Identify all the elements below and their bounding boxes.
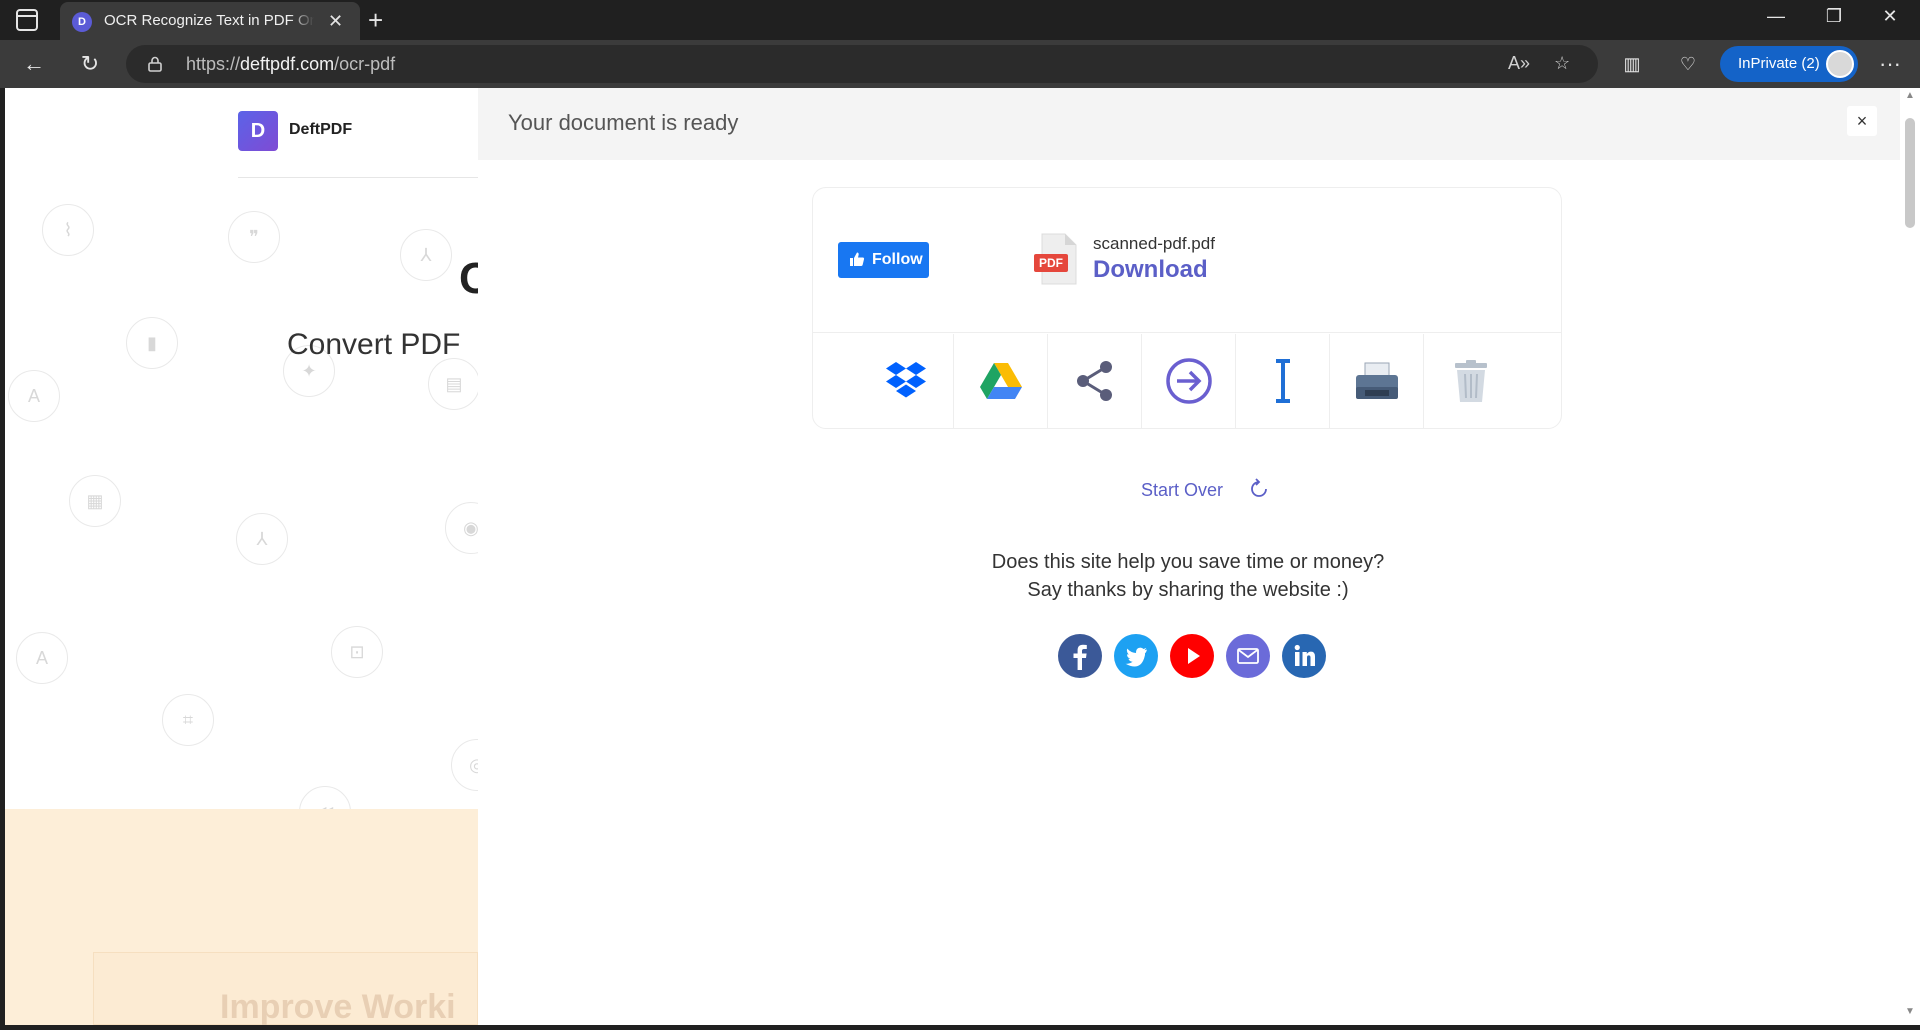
page-heading-letter: C <box>459 254 478 303</box>
inprivate-profile-button[interactable]: InPrivate (2) <box>1720 46 1858 82</box>
tab-close-icon[interactable]: ✕ <box>328 10 343 32</box>
save-to-google-drive-button[interactable] <box>953 334 1047 428</box>
address-bar[interactable]: https://deftpdf.com/ocr-pdf A» ☆ <box>126 45 1598 83</box>
background-page: D DeftPDF ⌇ ❞ ⅄ ▮ ✦ ▤ A ▦ ⅄ ◉ A ⊡ ⌗ ◎ ≪ … <box>5 88 478 1025</box>
comment-icon: ▤ <box>428 358 478 410</box>
panel-header: Your document is ready × <box>478 88 1900 160</box>
facebook-share-button[interactable] <box>1058 634 1102 678</box>
back-icon[interactable]: ← <box>20 50 48 78</box>
tab-favicon: D <box>72 12 92 32</box>
download-card: Follow PDF scanned-pdf.pdf Download <box>812 187 1562 429</box>
follow-button[interactable]: Follow <box>838 242 929 278</box>
signature-icon: ⌇ <box>42 204 94 256</box>
watermark-icon: ◎ <box>451 739 478 791</box>
page-scrollbar[interactable]: ▲ ▼ <box>1900 88 1920 1025</box>
share-prompt-line2: Say thanks by sharing the website :) <box>1027 579 1349 601</box>
palette-icon: ◉ <box>445 502 478 554</box>
promo-heading: Improve Worki <box>220 988 456 1025</box>
browser-titlebar: D OCR Recognize Text in PDF Online ✕ + —… <box>0 0 1920 40</box>
youtube-icon <box>1170 634 1214 678</box>
page-viewport: D DeftPDF ⌇ ❞ ⅄ ▮ ✦ ▤ A ▦ ⅄ ◉ A ⊡ ⌗ ◎ ≪ … <box>5 88 1900 1025</box>
lock-icon[interactable] <box>148 56 162 72</box>
crop-area-icon: ⊡ <box>331 626 383 678</box>
pdf-badge-text: PDF <box>1039 256 1063 270</box>
delete-icon <box>1455 360 1487 402</box>
heart-pulse-icon[interactable]: ♡ <box>1674 50 1702 78</box>
edit-text-button[interactable] <box>1235 334 1329 428</box>
email-share-button[interactable] <box>1226 634 1270 678</box>
continue-icon <box>1166 358 1212 404</box>
favorite-icon[interactable]: ☆ <box>1554 53 1570 74</box>
panel-title: Your document is ready <box>508 110 739 135</box>
close-icon[interactable]: × <box>1847 106 1877 136</box>
share-button[interactable] <box>1047 334 1141 428</box>
sidebar-icon[interactable] <box>16 9 38 31</box>
start-over-link[interactable]: Start Over <box>1141 480 1223 501</box>
follow-label: Follow <box>872 251 923 268</box>
facebook-icon <box>1058 634 1102 678</box>
share-prompt: Does this site help you save time or mon… <box>808 548 1568 604</box>
download-link[interactable]: Download <box>1093 256 1208 284</box>
delete-button[interactable] <box>1423 334 1517 428</box>
print-button[interactable] <box>1329 334 1423 428</box>
browser-tab[interactable]: D OCR Recognize Text in PDF Online ✕ <box>60 2 360 40</box>
bookmark-icon: ▮ <box>126 317 178 369</box>
address-bar-row: ← ↻ https://deftpdf.com/ocr-pdf A» ☆ ▥ ♡… <box>0 40 1920 88</box>
inprivate-label: InPrivate (2) <box>1738 55 1820 72</box>
twitter-icon <box>1114 634 1158 678</box>
google-drive-icon <box>980 363 1022 399</box>
restore-icon[interactable]: ❐ <box>1814 6 1854 27</box>
split-icon: ⅄ <box>236 513 288 565</box>
read-aloud-icon[interactable]: A» <box>1508 53 1530 74</box>
file-name: scanned-pdf.pdf <box>1093 234 1215 253</box>
text-icon: A <box>8 370 60 422</box>
print-icon <box>1356 362 1398 399</box>
continue-button[interactable] <box>1141 334 1235 428</box>
quote-icon: ❞ <box>228 211 280 263</box>
thumbs-up-icon <box>850 252 865 266</box>
crop-icon: ⌗ <box>162 694 214 746</box>
dropbox-icon <box>886 362 926 398</box>
scroll-thumb[interactable] <box>1905 118 1915 228</box>
split-screen-icon[interactable]: ▥ <box>1618 50 1646 78</box>
share-icon <box>1077 361 1112 401</box>
social-share-buttons <box>1058 634 1326 678</box>
logo[interactable]: D <box>238 111 278 151</box>
file-actions-toolbar <box>859 334 1515 428</box>
avatar <box>1826 50 1854 78</box>
text-icon-2: A <box>16 632 68 684</box>
tab-title: OCR Recognize Text in PDF Online <box>104 12 314 29</box>
result-panel: Your document is ready × Follow PDF scan… <box>478 88 1900 1025</box>
email-icon <box>1226 634 1270 678</box>
minimize-icon[interactable]: — <box>1756 6 1796 27</box>
brand-name[interactable]: DeftPDF <box>289 121 352 139</box>
scroll-down-icon[interactable]: ▼ <box>1905 1006 1915 1017</box>
linkedin-share-button[interactable] <box>1282 634 1326 678</box>
new-tab-plus-icon[interactable]: + <box>368 5 383 35</box>
divider <box>238 177 478 178</box>
url-text[interactable]: https://deftpdf.com/ocr-pdf <box>186 54 395 75</box>
save-to-dropbox-button[interactable] <box>859 334 953 428</box>
twitter-share-button[interactable] <box>1114 634 1158 678</box>
restart-icon[interactable] <box>1246 476 1272 502</box>
page-heading: Convert PDF <box>287 328 461 361</box>
share-prompt-line1: Does this site help you save time or mon… <box>991 551 1385 573</box>
youtube-share-button[interactable] <box>1170 634 1214 678</box>
image-icon: ▦ <box>69 475 121 527</box>
merge-icon: ⅄ <box>400 229 452 281</box>
pdf-file-icon: PDF <box>1034 233 1077 285</box>
window-close-icon[interactable]: ✕ <box>1870 6 1910 27</box>
scroll-up-icon[interactable]: ▲ <box>1905 90 1915 101</box>
download-card-top: Follow PDF scanned-pdf.pdf Download <box>813 188 1561 333</box>
more-icon[interactable]: ··· <box>1876 50 1904 78</box>
refresh-icon[interactable]: ↻ <box>76 50 104 78</box>
edit-text-icon <box>1276 359 1290 403</box>
linkedin-icon <box>1282 634 1326 678</box>
